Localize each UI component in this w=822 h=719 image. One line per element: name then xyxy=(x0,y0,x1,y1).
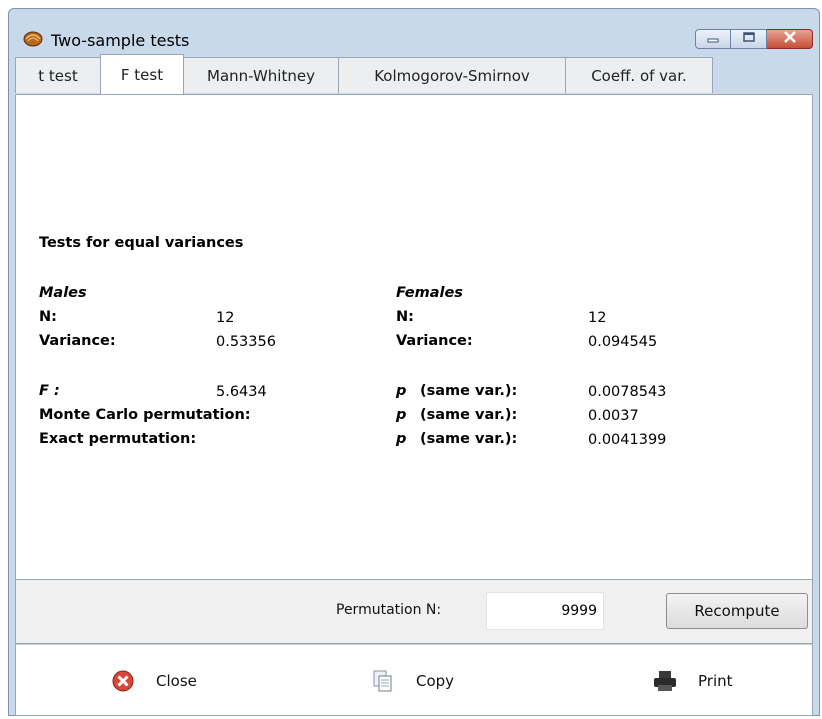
maximize-button[interactable] xyxy=(731,29,767,49)
close-circle-icon xyxy=(110,668,136,694)
tab-kolmogorov-smirnov[interactable]: Kolmogorov-Smirnov xyxy=(338,57,566,93)
permutation-bar: Permutation N: 9999 Recompute xyxy=(15,580,813,644)
p-label-exact: p xyxy=(396,431,407,447)
group2-n-value: 12 xyxy=(588,310,607,326)
group2-variance-label: Variance: xyxy=(396,333,473,349)
group1-n-label: N: xyxy=(39,309,57,325)
recompute-button[interactable]: Recompute xyxy=(666,593,808,629)
window-title: Two-sample tests xyxy=(51,31,190,50)
p-suffix-exact: (same var.): xyxy=(420,431,518,447)
window-controls xyxy=(695,29,813,51)
p-suffix-f: (same var.): xyxy=(420,383,518,399)
app-shell-icon xyxy=(23,29,43,47)
permutation-n-input[interactable]: 9999 xyxy=(486,592,604,630)
action-bar: Close Copy Print xyxy=(15,644,813,716)
copy-icon xyxy=(370,668,396,694)
p-label-f: p xyxy=(396,383,407,399)
group1-variance-label: Variance: xyxy=(39,333,116,349)
tab-t-test[interactable]: t test xyxy=(15,57,101,93)
group1-name: Males xyxy=(39,285,87,301)
close-window-icon xyxy=(783,31,797,47)
f-label: F : xyxy=(39,383,60,399)
print-button-label: Print xyxy=(698,672,733,690)
permutation-n-label: Permutation N: xyxy=(336,602,442,618)
p-suffix-monte-carlo: (same var.): xyxy=(420,407,518,423)
printer-icon xyxy=(652,668,678,694)
group1-variance-value: 0.53356 xyxy=(216,334,276,350)
f-value: 5.6434 xyxy=(216,384,267,400)
minimize-icon xyxy=(706,31,720,47)
copy-button[interactable]: Copy xyxy=(370,665,454,697)
p-value-f: 0.0078543 xyxy=(588,384,667,400)
tab-mann-whitney[interactable]: Mann-Whitney xyxy=(183,57,339,93)
minimize-button[interactable] xyxy=(695,29,731,49)
results-panel: Tests for equal variances Males N: 12 Va… xyxy=(15,94,813,580)
copy-button-label: Copy xyxy=(416,672,455,690)
p-value-exact: 0.0041399 xyxy=(588,432,667,448)
group2-name: Females xyxy=(396,285,463,301)
close-button-label: Close xyxy=(156,672,197,690)
tab-f-test[interactable]: F test xyxy=(100,54,184,94)
maximize-icon xyxy=(742,31,756,47)
group2-variance-value: 0.094545 xyxy=(588,334,658,350)
results-heading: Tests for equal variances xyxy=(39,235,244,251)
tab-strip: t test F test Mann-Whitney Kolmogorov-Sm… xyxy=(15,54,713,95)
p-label-monte-carlo: p xyxy=(396,407,407,423)
exact-permutation-label: Exact permutation: xyxy=(39,431,197,447)
group2-n-label: N: xyxy=(396,309,414,325)
tab-coeff-of-var[interactable]: Coeff. of var. xyxy=(565,57,713,93)
close-window-button[interactable] xyxy=(767,29,813,49)
close-button[interactable]: Close xyxy=(110,665,197,697)
print-button[interactable]: Print xyxy=(652,665,733,697)
group1-n-value: 12 xyxy=(216,310,235,326)
monte-carlo-label: Monte Carlo permutation: xyxy=(39,407,251,423)
p-value-monte-carlo: 0.0037 xyxy=(588,408,639,424)
dialog-window: Two-sample tests t test F test Mann-Whit… xyxy=(8,8,820,716)
